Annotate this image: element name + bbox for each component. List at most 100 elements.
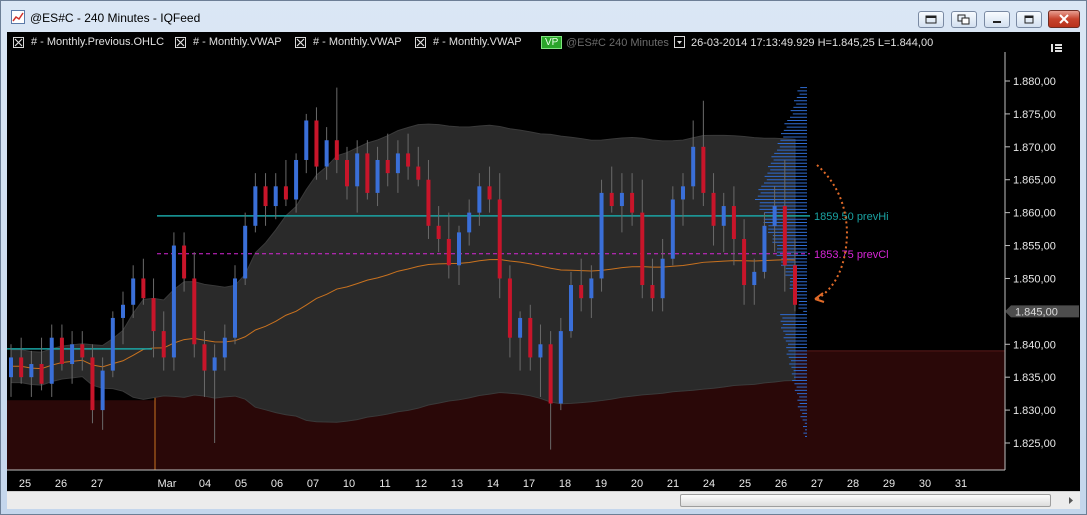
legend-label: # - Monthly.VWAP <box>193 36 282 48</box>
candle-body <box>650 285 655 299</box>
close-indicator-icon[interactable] <box>13 36 24 48</box>
candle-body <box>457 232 461 266</box>
prev-high-label: 1859.50 prevHi <box>814 211 889 223</box>
close-indicator-icon[interactable] <box>175 36 186 48</box>
candle-body <box>782 206 787 266</box>
candle-body <box>395 153 400 174</box>
candle-body <box>49 337 54 384</box>
candle-body <box>334 140 339 160</box>
candle-body <box>548 344 553 404</box>
candle-body <box>90 357 95 411</box>
price-tick-label: 1.860,00 <box>1013 208 1056 220</box>
price-chart[interactable]: 1859.50 prevHi 1853.75 prevCl 1.880,00 1.87… <box>7 32 1080 478</box>
volume-profile-badge[interactable]: VP <box>541 36 563 49</box>
candle-body <box>202 344 207 371</box>
time-axis[interactable]: 25 26 27 Mar 04 05 06 07 10 11 12 13 14 17 18 19 20 21 24 2… <box>7 478 1080 490</box>
candle-body <box>121 304 125 318</box>
time-tick-label: 18 <box>558 478 572 490</box>
legend-item-vwap-3[interactable]: # - Monthly.VWAP <box>415 36 522 48</box>
prev-close-label: 1853.75 prevCl <box>814 249 889 261</box>
close-button[interactable] <box>1048 10 1080 28</box>
time-tick-label: 26 <box>54 478 68 490</box>
close-indicator-icon[interactable] <box>415 36 426 48</box>
maximize-button[interactable] <box>1016 11 1042 28</box>
candle-body <box>569 285 573 332</box>
candle-body <box>345 159 349 187</box>
candle-body <box>416 166 421 180</box>
ohlc-readout: 26-03-2014 17:13:49.929 H=1.845,25 L=1.8… <box>691 37 934 49</box>
candle-body <box>283 186 288 200</box>
candle-body <box>192 278 197 345</box>
price-tick-label: 1.865,00 <box>1013 175 1056 187</box>
dock-button[interactable] <box>918 11 944 28</box>
candle-body <box>630 192 635 213</box>
scrollbar-thumb[interactable] <box>680 494 1051 507</box>
time-tick-label: 30 <box>918 478 932 490</box>
candle-body <box>253 186 258 226</box>
legend-label: # - Monthly.Previous.OHLC <box>31 36 165 48</box>
legend-item-vwap-1[interactable]: # - Monthly.VWAP <box>175 36 282 48</box>
current-price-label: 1.845,00 <box>1015 306 1058 318</box>
time-tick-label: 27 <box>90 478 104 490</box>
candle-body <box>273 186 278 207</box>
candle-body <box>304 120 309 160</box>
candle-body <box>314 120 319 167</box>
candle-body <box>446 238 451 266</box>
candle-body <box>233 278 237 338</box>
close-icon <box>1059 14 1069 24</box>
time-tick-label: 11 <box>379 478 391 490</box>
candle-body <box>793 265 797 305</box>
time-tick-label: 28 <box>846 478 860 490</box>
candle-body <box>772 206 777 226</box>
maximize-icon <box>1024 15 1034 24</box>
title-bar[interactable]: @ES#C - 240 Minutes - IQFeed <box>1 1 1086 32</box>
dock-icon <box>925 15 937 24</box>
link-icon <box>957 14 970 25</box>
candle-body <box>182 245 187 279</box>
candle-body <box>518 317 523 338</box>
time-tick-label: 12 <box>414 478 428 490</box>
candle-body <box>609 192 614 207</box>
time-tick-label: 27 <box>810 478 824 490</box>
price-tick-label: 1.825,00 <box>1013 438 1056 450</box>
candle-body <box>426 179 431 226</box>
chart-area[interactable]: 1859.50 prevHi 1853.75 prevCl 1.880,00 1.87… <box>7 32 1080 509</box>
candle-body <box>375 159 380 193</box>
price-tick-label: 1.880,00 <box>1013 76 1056 88</box>
candle-body <box>39 364 44 384</box>
candle-body <box>141 278 146 299</box>
legend-label: # - Monthly.VWAP <box>313 36 402 48</box>
candle-body <box>222 337 227 358</box>
candle-body <box>538 344 543 358</box>
link-button[interactable] <box>951 11 977 28</box>
time-tick-label: 05 <box>234 478 248 490</box>
legend-item-prev-ohlc[interactable]: # - Monthly.Previous.OHLC <box>13 36 164 48</box>
candle-body <box>243 225 248 279</box>
candle-body <box>701 146 706 193</box>
chevron-down-icon <box>677 41 682 44</box>
minimize-icon <box>993 21 1001 23</box>
interval-dropdown[interactable] <box>674 36 685 48</box>
candle-body <box>100 370 105 411</box>
time-tick-label: 17 <box>522 478 536 490</box>
window-title: @ES#C - 240 Minutes - IQFeed <box>30 11 201 25</box>
time-tick-label: 10 <box>342 478 356 490</box>
candle-body <box>487 186 492 200</box>
horizontal-scrollbar[interactable] <box>7 491 1080 509</box>
time-tick-label: 04 <box>198 478 212 490</box>
candle-body <box>212 357 217 371</box>
minimize-button[interactable] <box>984 11 1010 28</box>
candle-body <box>721 206 726 226</box>
time-tick-label: 26 <box>774 478 788 490</box>
scroll-right-icon[interactable] <box>1064 494 1078 507</box>
candle-body <box>355 153 360 187</box>
candle-body <box>731 206 736 239</box>
price-tick-label: 1.840,00 <box>1013 339 1056 351</box>
close-indicator-icon[interactable] <box>295 36 306 48</box>
time-tick-label: 25 <box>738 478 752 490</box>
candle-body <box>752 271 757 286</box>
candle-body <box>80 344 85 358</box>
time-tick-label: 29 <box>882 478 896 490</box>
panel-menu-icon[interactable] <box>1051 43 1063 53</box>
legend-item-vwap-2[interactable]: # - Monthly.VWAP <box>295 36 402 48</box>
